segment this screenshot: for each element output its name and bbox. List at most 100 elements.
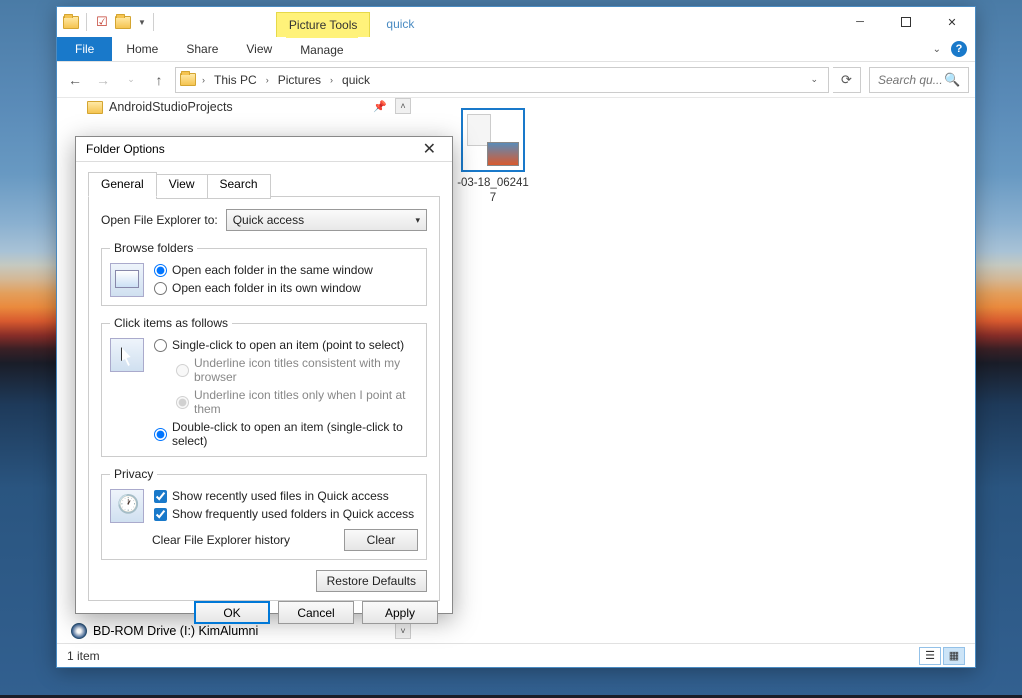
radio-input xyxy=(176,396,189,409)
dialog-title: Folder Options xyxy=(86,142,165,156)
open-to-label: Open File Explorer to: xyxy=(101,213,218,227)
cancel-button[interactable]: Cancel xyxy=(278,601,354,624)
radio-label: Single-click to open an item (point to s… xyxy=(172,338,404,352)
radio-label: Open each folder in its own window xyxy=(172,281,361,295)
tab-search[interactable]: Search xyxy=(207,174,271,199)
qat-customize-caret[interactable]: ▼ xyxy=(138,18,146,27)
radio-input[interactable] xyxy=(154,282,167,295)
breadcrumb-segment[interactable]: This PC xyxy=(211,73,260,87)
address-breadcrumb[interactable]: › This PC › Pictures › quick ⌄ xyxy=(175,67,829,93)
folder-icon xyxy=(87,101,103,114)
open-to-row: Open File Explorer to: Quick access ▾ xyxy=(101,209,427,231)
up-button[interactable]: ↑ xyxy=(147,68,171,92)
check-recent-files[interactable]: Show recently used files in Quick access xyxy=(154,489,418,503)
radio-underline-point: Underline icon titles only when I point … xyxy=(176,388,418,416)
disc-icon xyxy=(71,623,87,639)
ribbon-collapse-caret[interactable]: ⌄ xyxy=(933,44,941,55)
tab-general[interactable]: General xyxy=(88,172,157,197)
chevron-right-icon[interactable]: › xyxy=(262,75,273,85)
radio-underline-browser: Underline icon titles consistent with my… xyxy=(176,356,418,384)
tree-scroll-up-button[interactable]: ˄ xyxy=(395,98,411,114)
home-tab[interactable]: Home xyxy=(112,37,172,61)
restore-defaults-button[interactable]: Restore Defaults xyxy=(316,570,427,592)
thumbnails-view-button[interactable]: ▦ xyxy=(943,647,965,665)
tree-item-label: BD-ROM Drive (I:) KimAlumni xyxy=(93,624,258,638)
clear-button[interactable]: Clear xyxy=(344,529,418,551)
clear-history-label: Clear File Explorer history xyxy=(152,533,290,547)
properties-icon[interactable]: ☑ xyxy=(94,14,110,30)
radio-single-click[interactable]: Single-click to open an item (point to s… xyxy=(154,338,418,352)
tab-view[interactable]: View xyxy=(156,174,208,199)
file-thumbnail-item[interactable]: -03-18_062417 xyxy=(453,108,533,206)
window-title: quick xyxy=(376,11,424,37)
checkbox-input[interactable] xyxy=(154,490,167,503)
folder-icon xyxy=(180,72,196,88)
dialog-close-button[interactable]: ✕ xyxy=(417,137,442,161)
radio-double-click[interactable]: Double-click to open an item (single-cli… xyxy=(154,420,418,448)
share-tab[interactable]: Share xyxy=(172,37,232,61)
minimize-button[interactable]: ─ xyxy=(837,7,883,37)
breadcrumb-segment[interactable]: Pictures xyxy=(275,73,324,87)
quick-access-toolbar: ☑ ▼ xyxy=(63,13,156,31)
maximize-button[interactable] xyxy=(883,7,929,37)
manage-tab[interactable]: Manage xyxy=(286,36,357,61)
details-view-button[interactable]: ☰ xyxy=(919,647,941,665)
radio-same-window[interactable]: Open each folder in the same window xyxy=(154,263,418,277)
back-button[interactable]: ← xyxy=(63,68,87,92)
thumbnail-preview xyxy=(461,108,525,172)
dialog-button-row: OK Cancel Apply xyxy=(76,601,452,624)
check-frequent-folders[interactable]: Show frequently used folders in Quick ac… xyxy=(154,507,418,521)
title-context-area: Picture Tools quick xyxy=(276,7,425,37)
file-tab[interactable]: File xyxy=(57,37,112,61)
browse-folders-group: Browse folders Open each folder in the s… xyxy=(101,241,427,306)
radio-label: Open each folder in the same window xyxy=(172,263,373,277)
tree-item-label: AndroidStudioProjects xyxy=(109,100,233,114)
forward-button[interactable]: → xyxy=(91,68,115,92)
click-items-group: Click items as follows Single-click to o… xyxy=(101,316,427,457)
picture-tools-tab[interactable]: Picture Tools xyxy=(276,12,370,37)
view-tab[interactable]: View xyxy=(232,37,286,61)
separator xyxy=(153,13,154,31)
combo-value: Quick access xyxy=(233,213,304,227)
address-bar-row: ← → ⌄ ↑ › This PC › Pictures › quick ⌄ ⟳… xyxy=(57,62,975,98)
chevron-right-icon[interactable]: › xyxy=(326,75,337,85)
tree-item[interactable]: AndroidStudioProjects xyxy=(87,98,233,116)
tab-panel-general: Open File Explorer to: Quick access ▾ Br… xyxy=(88,196,440,601)
address-dropdown-caret[interactable]: ⌄ xyxy=(804,74,824,85)
history-icon xyxy=(110,489,144,523)
radio-label: Underline icon titles consistent with my… xyxy=(194,356,418,384)
tree-scroll-down-button[interactable]: ˅ xyxy=(395,623,411,639)
radio-input[interactable] xyxy=(154,339,167,352)
search-input[interactable] xyxy=(876,72,944,88)
tree-item-bdrom[interactable]: BD-ROM Drive (I:) KimAlumni xyxy=(71,623,258,639)
view-mode-toggles: ☰ ▦ xyxy=(919,647,965,665)
checkbox-label: Show frequently used folders in Quick ac… xyxy=(172,507,414,521)
radio-own-window[interactable]: Open each folder in its own window xyxy=(154,281,418,295)
radio-label: Double-click to open an item (single-cli… xyxy=(172,420,418,448)
recent-dropdown[interactable]: ⌄ xyxy=(119,68,143,92)
dialog-body: General View Search Open File Explorer t… xyxy=(76,162,452,601)
click-items-legend: Click items as follows xyxy=(110,316,232,330)
refresh-button[interactable]: ⟳ xyxy=(833,67,861,93)
ribbon-tabs: File Home Share View Manage ⌄ ? xyxy=(57,37,975,62)
new-folder-icon[interactable] xyxy=(115,14,131,30)
radio-input[interactable] xyxy=(154,264,167,277)
chevron-right-icon[interactable]: › xyxy=(198,75,209,85)
privacy-legend: Privacy xyxy=(110,467,157,481)
chevron-down-icon: ▾ xyxy=(415,215,420,226)
search-icon[interactable]: 🔍 xyxy=(944,72,960,88)
radio-input xyxy=(176,364,189,377)
ok-button[interactable]: OK xyxy=(194,601,270,624)
search-box[interactable]: 🔍 xyxy=(869,67,969,93)
browse-folders-legend: Browse folders xyxy=(110,241,197,255)
open-to-combobox[interactable]: Quick access ▾ xyxy=(226,209,427,231)
checkbox-input[interactable] xyxy=(154,508,167,521)
cursor-icon xyxy=(110,338,144,372)
help-icon[interactable]: ? xyxy=(951,41,967,57)
status-bar: 1 item ☰ ▦ xyxy=(57,643,975,667)
close-button[interactable]: ✕ xyxy=(929,7,975,37)
radio-input[interactable] xyxy=(154,428,167,441)
window-controls: ─ ✕ xyxy=(837,7,975,37)
apply-button[interactable]: Apply xyxy=(362,601,438,624)
breadcrumb-segment[interactable]: quick xyxy=(339,73,373,87)
